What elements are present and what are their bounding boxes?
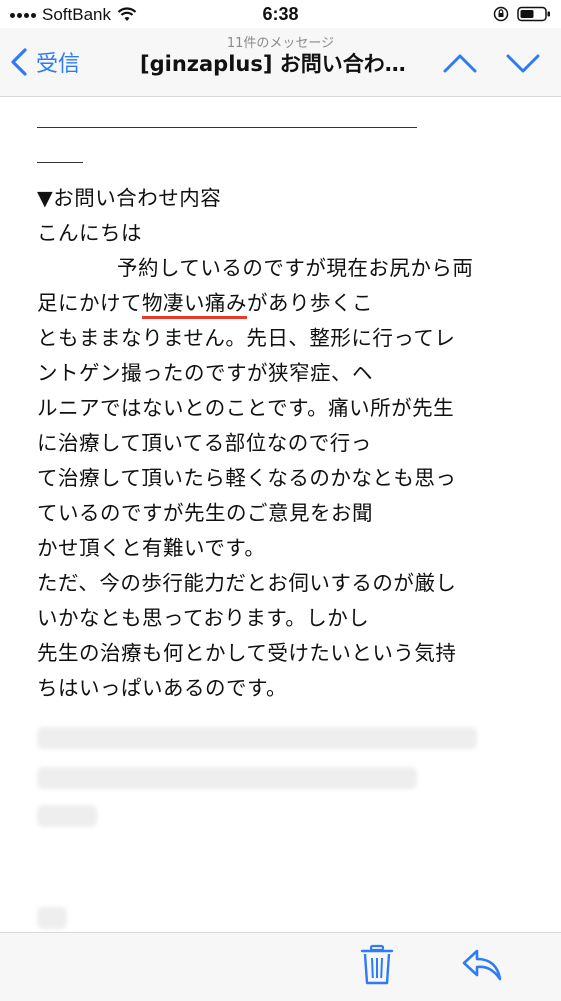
obscured-text-area	[37, 717, 507, 937]
trash-icon[interactable]	[358, 943, 396, 987]
blurred-line	[37, 727, 477, 749]
page-title: [ginzaplus] お問い合わ…	[140, 52, 406, 76]
message-body: ▼お問い合わせ内容 こんにちは 予約しているのですが現在お尻から両 足にかけて物…	[0, 97, 561, 932]
text-line: 予約しているのですが現在お尻から両	[37, 251, 517, 286]
text-line-1: 予約しているのですが現在お尻から両	[117, 256, 474, 280]
greeting: こんにちは	[37, 221, 142, 245]
status-right	[493, 6, 551, 22]
text-line: ともままなりません。先日、整形に行ってレ	[37, 326, 456, 350]
status-bar: SoftBank 6:38	[0, 0, 561, 30]
text-line: ントゲン撮ったのですが狭窄症、ヘ	[37, 361, 373, 385]
separator-line-short	[37, 162, 83, 163]
text-line: ただ、今の歩行能力だとお伺いするのが厳し	[37, 571, 457, 595]
down-chevron-icon[interactable]	[503, 48, 543, 78]
text-line: に治療して頂いてる部位なので行っ	[37, 431, 372, 455]
text-line: て治療して頂いたら軽くなるのかなとも思っ	[37, 466, 457, 490]
section-heading: ▼お問い合わせ内容	[37, 186, 222, 210]
blurred-line	[37, 767, 417, 789]
text-line: ルニアではないとのことです。痛い所が先生	[37, 396, 455, 420]
orientation-lock-icon	[493, 6, 509, 22]
text-line: ているのですが先生のご意見をお聞	[37, 501, 373, 525]
highlighted-phrase: 物凄い痛み	[142, 291, 247, 319]
battery-icon	[517, 6, 550, 22]
text-line-2-post: があり歩くこ	[247, 291, 373, 315]
text-line: 先生の治療も何とかして受けたいという気持	[37, 641, 457, 665]
text-line: いかなとも思っております。しかし	[37, 606, 370, 630]
text-line: ちはいっぱいあるのです。	[37, 676, 287, 700]
back-to-inbox-button[interactable]: 受信	[8, 46, 80, 78]
blurred-line	[37, 907, 67, 929]
navigation-bar: 11件のメッセージ 受信 [ginzaplus] お問い合わ…	[0, 28, 561, 97]
text-line: かせ頂くと有難いです。	[37, 536, 266, 560]
blurred-line	[37, 805, 97, 827]
text-line-2-pre: 足にかけて	[37, 291, 142, 315]
back-chevron-icon	[11, 48, 27, 76]
bottom-toolbar	[0, 932, 561, 1001]
text-line: 足にかけて物凄い痛みがあり歩くこ	[37, 286, 517, 321]
status-time: 6:38	[262, 4, 299, 24]
separator-line	[37, 127, 417, 128]
message-text: ▼お問い合わせ内容 こんにちは 予約しているのですが現在お尻から両 足にかけて物…	[37, 181, 517, 706]
back-label: 受信	[36, 52, 81, 77]
up-chevron-icon[interactable]	[440, 48, 480, 78]
reply-icon[interactable]	[460, 945, 504, 985]
